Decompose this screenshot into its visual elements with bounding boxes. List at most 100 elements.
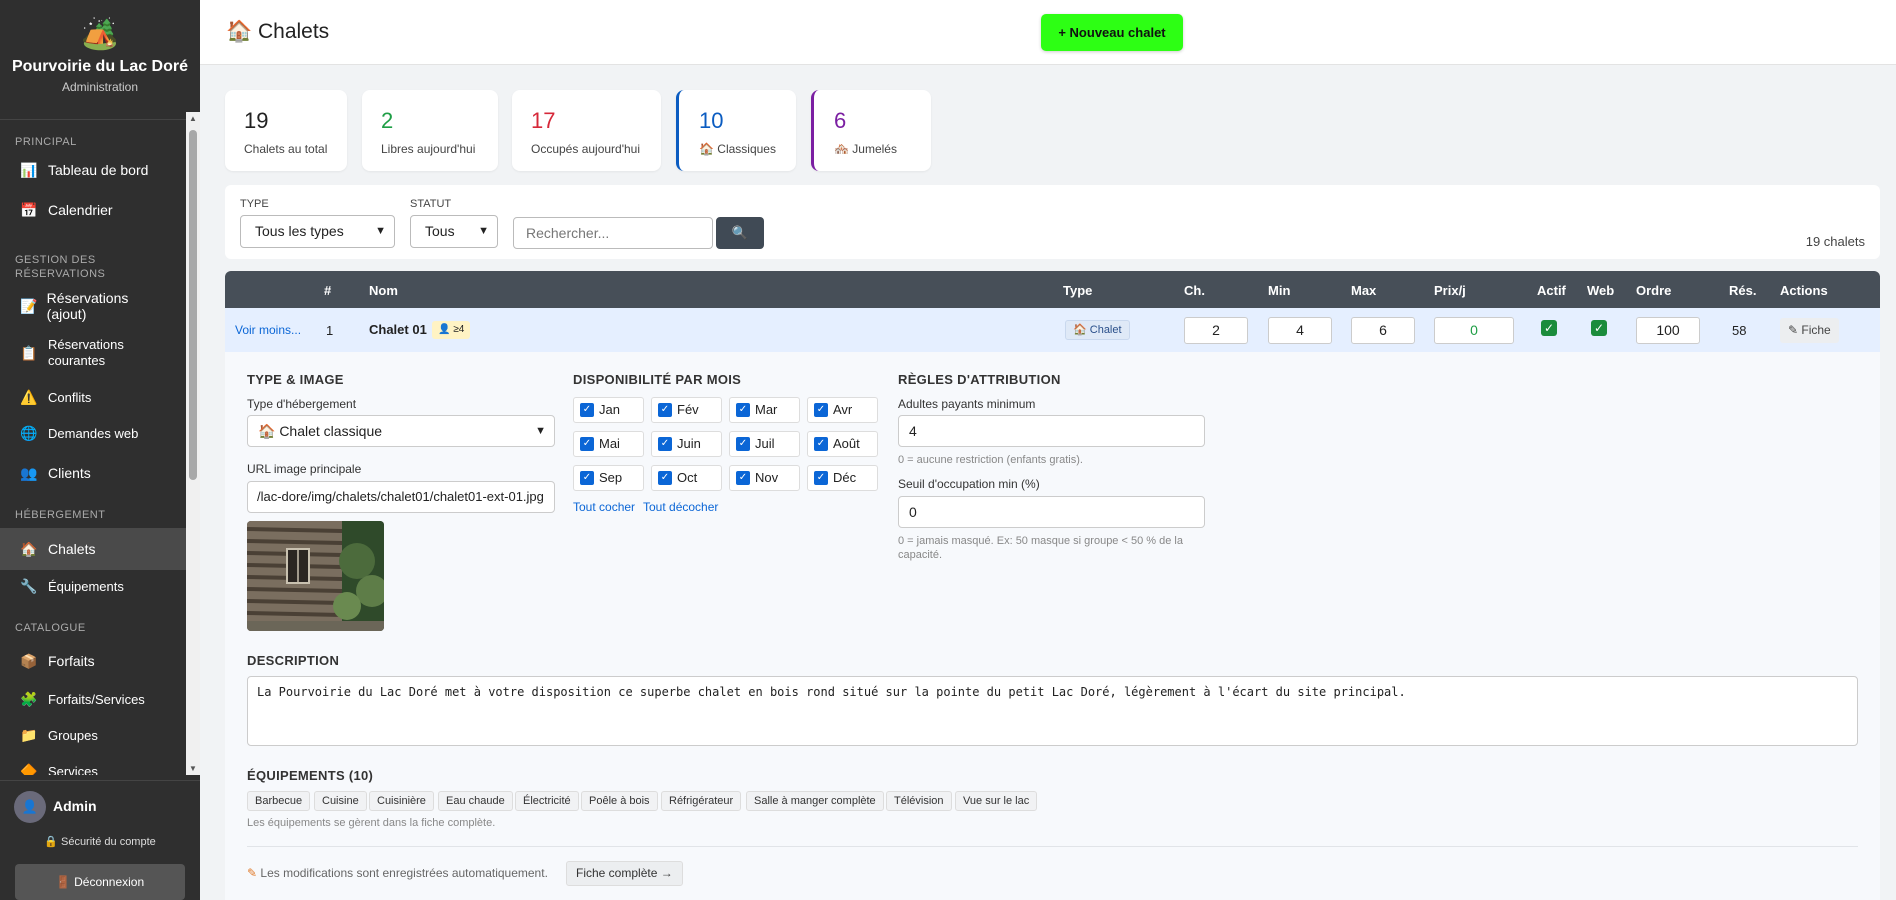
scrollbar-thumb[interactable] [189,130,197,480]
sidebar-item-label: Tableau de bord [48,162,149,178]
max-input[interactable]: 6 [1351,317,1415,344]
stat-label: Libres aujourd'hui [381,142,476,156]
month-jun-checkbox[interactable]: ✓ Juin [651,431,722,457]
description-heading: DESCRIPTION [247,653,340,668]
month-dec-checkbox[interactable]: ✓ Déc [807,465,878,491]
sidebar-item-forfaits[interactable]: 📦 Forfaits [0,646,186,676]
month-label: Août [833,436,860,451]
sidebar-item-chalets[interactable]: 🏠 Chalets [0,528,186,570]
scroll-up-icon[interactable]: ▲ [188,114,198,123]
chalet-photo-image [247,521,384,631]
month-feb-checkbox[interactable]: ✓ Fév [651,397,722,423]
sidebar-item-dashboard[interactable]: 📊 Tableau de bord [0,155,186,185]
fiche-button[interactable]: ✎ Fiche [1780,318,1839,343]
clipboard-icon: 📋 [20,345,38,361]
chalet-detail-panel: TYPE & IMAGE Type d'hébergement 🏠 Chalet… [225,352,1880,900]
occupancy-input[interactable]: 0 [898,496,1205,528]
scroll-down-icon[interactable]: ▼ [188,764,198,773]
month-apr-checkbox[interactable]: ✓ Avr [807,397,878,423]
sidebar-item-reservations-add[interactable]: 📝 Réservations (ajout) [0,290,186,322]
col-min: Min [1268,283,1291,298]
month-nov-checkbox[interactable]: ✓ Nov [729,465,800,491]
min-adults-badge: 👤 ≥4 [432,321,471,339]
month-oct-checkbox[interactable]: ✓ Oct [651,465,722,491]
users-icon: 👥 [20,464,38,481]
col-ordre: Ordre [1636,283,1672,298]
chevron-down-icon: ▼ [478,225,489,237]
equipment-tag: Cuisine [314,791,367,811]
memo-icon: 📝 [20,297,38,314]
month-jan-checkbox[interactable]: ✓ Jan [573,397,644,423]
image-url-input[interactable]: /lac-dore/img/chalets/chalet01/chalet01-… [247,481,555,513]
brand-name: Pourvoirie du Lac Doré [11,58,189,75]
type-filter-select[interactable]: Tous les types ▼ [240,215,395,248]
account-security-link[interactable]: 🔒 Sécurité du compte [0,835,200,848]
sidebar-item-services[interactable]: 🔶 Services [0,756,186,776]
month-mar-checkbox[interactable]: ✓ Mar [729,397,800,423]
sidebar-item-groupes[interactable]: 📁 Groupes [0,720,186,750]
sidebar-nav[interactable]: Principal 📊 Tableau de bord 📅 Calendrier… [0,120,186,775]
equipment-tag: Vue sur le lac [955,791,1038,811]
stat-card-jumeles[interactable]: 6 🏘️ Jumelés [811,90,931,171]
adults-min-input[interactable]: 4 [898,415,1205,447]
check-icon: ✓ [814,471,828,485]
sidebar-item-equipements[interactable]: 🔧 Équipements [0,571,186,601]
check-all-link[interactable]: Tout cocher [573,500,635,514]
new-chalet-button[interactable]: + Nouveau chalet [1041,14,1183,51]
sidebar-item-web-requests[interactable]: 🌐 Demandes web [0,418,186,448]
sidebar-item-conflicts[interactable]: ⚠️ Conflits [0,382,186,412]
rooms-input[interactable]: 2 [1184,317,1248,344]
price-input[interactable]: 0 [1434,317,1514,344]
avatar: 👤 [14,791,46,823]
equipment-tag: Salle à manger complète [746,791,884,811]
globe-icon: 🌐 [20,424,38,441]
stat-label: 🏠 Classiques [699,142,776,156]
equipment-tag: Eau chaude [438,791,513,811]
col-prix: Prix/j [1434,283,1466,298]
search-button[interactable]: 🔍 [716,217,764,249]
actif-checkbox[interactable]: ✓ [1541,320,1557,336]
autosave-text: Les modifications sont enregistrées auto… [260,866,548,880]
table-row[interactable]: Voir moins... 1 Chalet 01 👤 ≥4 🏠 Chalet … [225,308,1880,352]
search-input[interactable]: Rechercher... [513,217,713,249]
month-label: Mai [599,436,620,451]
user-name: Admin [53,798,97,814]
month-aug-checkbox[interactable]: ✓ Août [807,431,878,457]
check-icon: ✓ [580,437,594,451]
check-icon: ✓ [736,437,750,451]
sidebar-scrollbar[interactable]: ▲ ▼ [186,112,200,775]
stat-card-total: 19 Chalets au total [225,90,347,171]
min-input[interactable]: 4 [1268,317,1332,344]
type-select[interactable]: 🏠 Chalet classique ▼ [247,415,555,447]
user-panel: 👤 Admin 🔒 Sécurité du compte 🚪 Déconnexi… [0,780,200,900]
month-may-checkbox[interactable]: ✓ Mai [573,431,644,457]
sidebar-item-reservations-current[interactable]: 📋 Réservations courantes [0,336,186,370]
check-icon: ✓ [658,403,672,417]
toggle-details-link[interactable]: Voir moins... [235,323,301,337]
sidebar-item-clients[interactable]: 👥 Clients [0,458,186,488]
col-actions: Actions [1780,283,1828,298]
order-input[interactable]: 100 [1636,317,1700,344]
description-textarea[interactable]: La Pourvoirie du Lac Doré met à votre di… [247,676,1858,746]
sidebar-item-calendar[interactable]: 📅 Calendrier [0,195,186,225]
chalet-photo [247,521,384,631]
stat-value: 17 [531,108,556,133]
logout-button[interactable]: 🚪 Déconnexion [15,864,185,900]
nav-section-reservations: Gestion des réservations [15,254,106,280]
stat-card-classiques[interactable]: 10 🏠 Classiques [676,90,796,171]
package-icon: 📦 [20,652,38,669]
sidebar-item-label: Forfaits/Services [48,691,145,707]
month-jul-checkbox[interactable]: ✓ Juil [729,431,800,457]
month-label: Fév [677,402,699,417]
equipment-tag: Barbecue [247,791,311,811]
web-checkbox[interactable]: ✓ [1591,320,1607,336]
sidebar-item-forfaits-services[interactable]: 🧩 Forfaits/Services [0,684,186,714]
stat-card-occupied: 17 Occupés aujourd'hui [512,90,661,171]
status-filter-select[interactable]: Tous ▼ [410,215,498,248]
check-icon: ✓ [580,403,594,417]
month-sep-checkbox[interactable]: ✓ Sep [573,465,644,491]
nav-section-hebergement: Hébergement [15,509,106,521]
full-fiche-button[interactable]: Fiche complète → [566,861,683,886]
sidebar-item-label: Clients [48,465,91,481]
uncheck-all-link[interactable]: Tout décocher [643,500,718,514]
